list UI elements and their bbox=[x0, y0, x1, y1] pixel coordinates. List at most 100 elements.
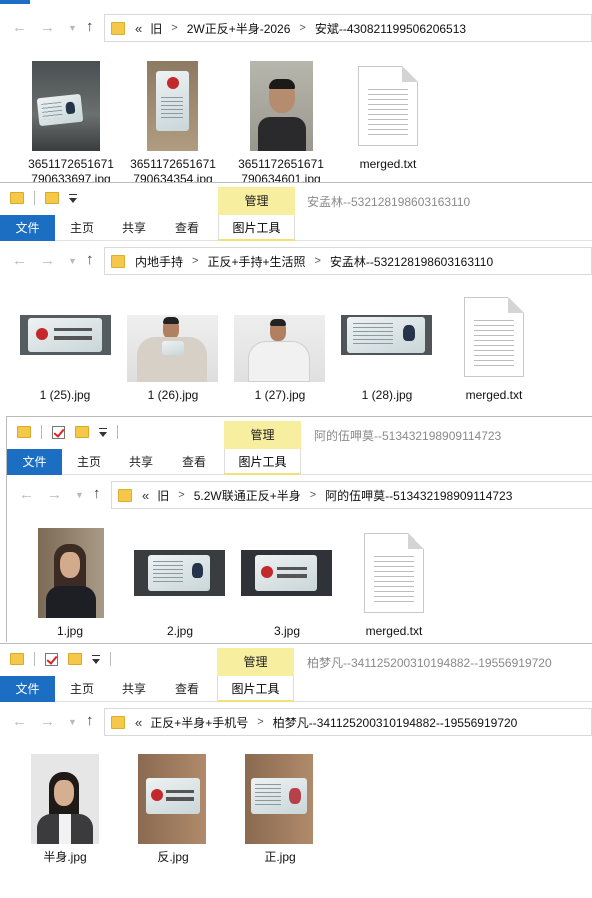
breadcrumb-item[interactable]: 旧 bbox=[157, 487, 169, 504]
overflow-chevron-icon[interactable]: « bbox=[142, 488, 149, 503]
file-thumbnail[interactable] bbox=[341, 315, 432, 355]
file-thumbnail[interactable] bbox=[31, 754, 99, 844]
recent-chevron-icon[interactable]: ▼ bbox=[68, 23, 77, 33]
file-name[interactable]: 1 (28).jpg bbox=[332, 388, 442, 403]
up-arrow-icon[interactable]: ↑ bbox=[86, 251, 94, 268]
tab-home[interactable]: 主页 bbox=[70, 215, 94, 241]
file-name[interactable]: 2.jpg bbox=[125, 624, 235, 639]
file-name[interactable]: 3651172651671 790634354.jpg bbox=[118, 157, 228, 182]
tab-manage[interactable]: 管理 bbox=[217, 648, 294, 676]
new-folder-icon[interactable] bbox=[45, 192, 59, 204]
overflow-chevron-icon[interactable]: « bbox=[135, 21, 142, 36]
tab-view[interactable]: 查看 bbox=[182, 449, 206, 475]
recent-chevron-icon[interactable]: ▼ bbox=[68, 256, 77, 266]
back-arrow-icon[interactable]: ← bbox=[19, 486, 34, 503]
file-name[interactable]: 反.jpg bbox=[118, 850, 228, 865]
file-thumbnail[interactable] bbox=[38, 528, 104, 618]
folder-icon[interactable] bbox=[10, 653, 24, 665]
new-folder-icon[interactable] bbox=[75, 426, 89, 438]
breadcrumb-chevron-icon[interactable]: > bbox=[171, 22, 177, 34]
breadcrumb-item[interactable]: 2W正反+半身-2026 bbox=[187, 20, 291, 37]
forward-arrow-icon[interactable]: → bbox=[47, 486, 62, 503]
file-name[interactable]: merged.txt bbox=[439, 388, 549, 403]
file-name[interactable]: 3.jpg bbox=[232, 624, 342, 639]
file-thumbnail[interactable] bbox=[241, 550, 332, 596]
file-thumbnail[interactable] bbox=[138, 754, 206, 844]
back-arrow-icon[interactable]: ← bbox=[12, 713, 27, 730]
new-folder-icon[interactable] bbox=[68, 653, 82, 665]
file-thumbnail[interactable] bbox=[20, 315, 111, 355]
tab-share[interactable]: 共享 bbox=[122, 676, 146, 702]
back-arrow-icon[interactable]: ← bbox=[12, 19, 27, 36]
breadcrumb-item[interactable]: 正反+手持+生活照 bbox=[207, 253, 305, 270]
tab-manage[interactable]: 管理 bbox=[224, 421, 301, 449]
breadcrumb-item[interactable]: 旧 bbox=[150, 20, 162, 37]
breadcrumb-chevron-icon[interactable]: > bbox=[314, 255, 320, 267]
file-name[interactable]: 1 (27).jpg bbox=[225, 388, 335, 403]
breadcrumb-item[interactable]: 安斌--430821199506206513 bbox=[315, 20, 466, 37]
file-thumbnail[interactable] bbox=[32, 61, 100, 151]
folder-icon[interactable] bbox=[17, 426, 31, 438]
file-name[interactable]: merged.txt bbox=[333, 157, 443, 172]
file-thumbnail[interactable] bbox=[245, 754, 313, 844]
tab-picture-tools[interactable]: 图片工具 bbox=[217, 676, 294, 702]
file-thumbnail[interactable] bbox=[127, 315, 218, 382]
text-file-icon[interactable] bbox=[358, 66, 418, 146]
file-name[interactable]: 1 (25).jpg bbox=[10, 388, 120, 403]
up-arrow-icon[interactable]: ↑ bbox=[93, 485, 101, 502]
tab-picture-tools[interactable]: 图片工具 bbox=[224, 449, 301, 475]
tab-file[interactable]: 文件 bbox=[0, 676, 55, 702]
forward-arrow-icon[interactable]: → bbox=[40, 713, 55, 730]
file-thumbnail[interactable] bbox=[234, 315, 325, 382]
address-bar[interactable]: « 旧 > 2W正反+半身-2026 > 安斌--430821199506206… bbox=[104, 14, 592, 42]
tab-view[interactable]: 查看 bbox=[175, 676, 199, 702]
customize-toolbar-icon[interactable] bbox=[69, 193, 77, 203]
back-arrow-icon[interactable]: ← bbox=[12, 252, 27, 269]
text-file-icon[interactable] bbox=[364, 533, 424, 613]
tab-home[interactable]: 主页 bbox=[77, 449, 101, 475]
customize-toolbar-icon[interactable] bbox=[99, 427, 107, 437]
tab-file[interactable]: 文件 bbox=[7, 449, 62, 475]
tab-manage[interactable]: 管理 bbox=[218, 187, 295, 215]
file-name[interactable]: 1 (26).jpg bbox=[118, 388, 228, 403]
breadcrumb-chevron-icon[interactable]: > bbox=[192, 255, 198, 267]
customize-toolbar-icon[interactable] bbox=[92, 654, 100, 664]
recent-chevron-icon[interactable]: ▼ bbox=[75, 490, 84, 500]
up-arrow-icon[interactable]: ↑ bbox=[86, 18, 94, 35]
file-name[interactable]: 半身.jpg bbox=[10, 850, 120, 865]
file-name[interactable]: 1.jpg bbox=[15, 624, 125, 639]
recent-chevron-icon[interactable]: ▼ bbox=[68, 717, 77, 727]
file-name[interactable]: 3651172651671 790634601.jpg bbox=[226, 157, 336, 182]
file-name[interactable]: 正.jpg bbox=[225, 850, 335, 865]
properties-check-icon[interactable] bbox=[45, 652, 58, 666]
breadcrumb-item[interactable]: 正反+半身+手机号 bbox=[150, 714, 248, 731]
text-file-icon[interactable] bbox=[464, 297, 524, 377]
address-bar[interactable]: 内地手持 > 正反+手持+生活照 > 安孟林--5321281986031631… bbox=[104, 247, 592, 275]
breadcrumb-item[interactable]: 阿的伍呷莫--513432198909114723 bbox=[325, 487, 512, 504]
forward-arrow-icon[interactable]: → bbox=[40, 19, 55, 36]
folder-icon[interactable] bbox=[10, 192, 24, 204]
tab-file[interactable]: 文件 bbox=[0, 215, 55, 241]
tab-share[interactable]: 共享 bbox=[122, 215, 146, 241]
file-thumbnail[interactable] bbox=[147, 61, 198, 151]
address-bar[interactable]: « 正反+半身+手机号 > 柏梦凡--341125200310194882--1… bbox=[104, 708, 592, 736]
overflow-chevron-icon[interactable]: « bbox=[135, 715, 142, 730]
file-thumbnail[interactable] bbox=[250, 61, 313, 151]
tab-view[interactable]: 查看 bbox=[175, 215, 199, 241]
tab-share[interactable]: 共享 bbox=[129, 449, 153, 475]
breadcrumb-item[interactable]: 安孟林--532128198603163110 bbox=[330, 253, 493, 270]
tab-picture-tools[interactable]: 图片工具 bbox=[218, 215, 295, 241]
breadcrumb-chevron-icon[interactable]: > bbox=[178, 489, 184, 501]
file-name[interactable]: merged.txt bbox=[339, 624, 449, 639]
up-arrow-icon[interactable]: ↑ bbox=[86, 712, 94, 729]
file-name[interactable]: 3651172651671 790633697.jpg bbox=[16, 157, 126, 182]
tab-home[interactable]: 主页 bbox=[70, 676, 94, 702]
breadcrumb-item[interactable]: 内地手持 bbox=[135, 253, 183, 270]
file-thumbnail[interactable] bbox=[134, 550, 225, 596]
breadcrumb-chevron-icon[interactable]: > bbox=[257, 716, 263, 728]
forward-arrow-icon[interactable]: → bbox=[40, 252, 55, 269]
breadcrumb-item[interactable]: 5.2W联通正反+半身 bbox=[194, 487, 301, 504]
breadcrumb-item[interactable]: 柏梦凡--341125200310194882--19556919720 bbox=[273, 714, 518, 731]
properties-check-icon[interactable] bbox=[52, 425, 65, 439]
breadcrumb-chevron-icon[interactable]: > bbox=[299, 22, 305, 34]
